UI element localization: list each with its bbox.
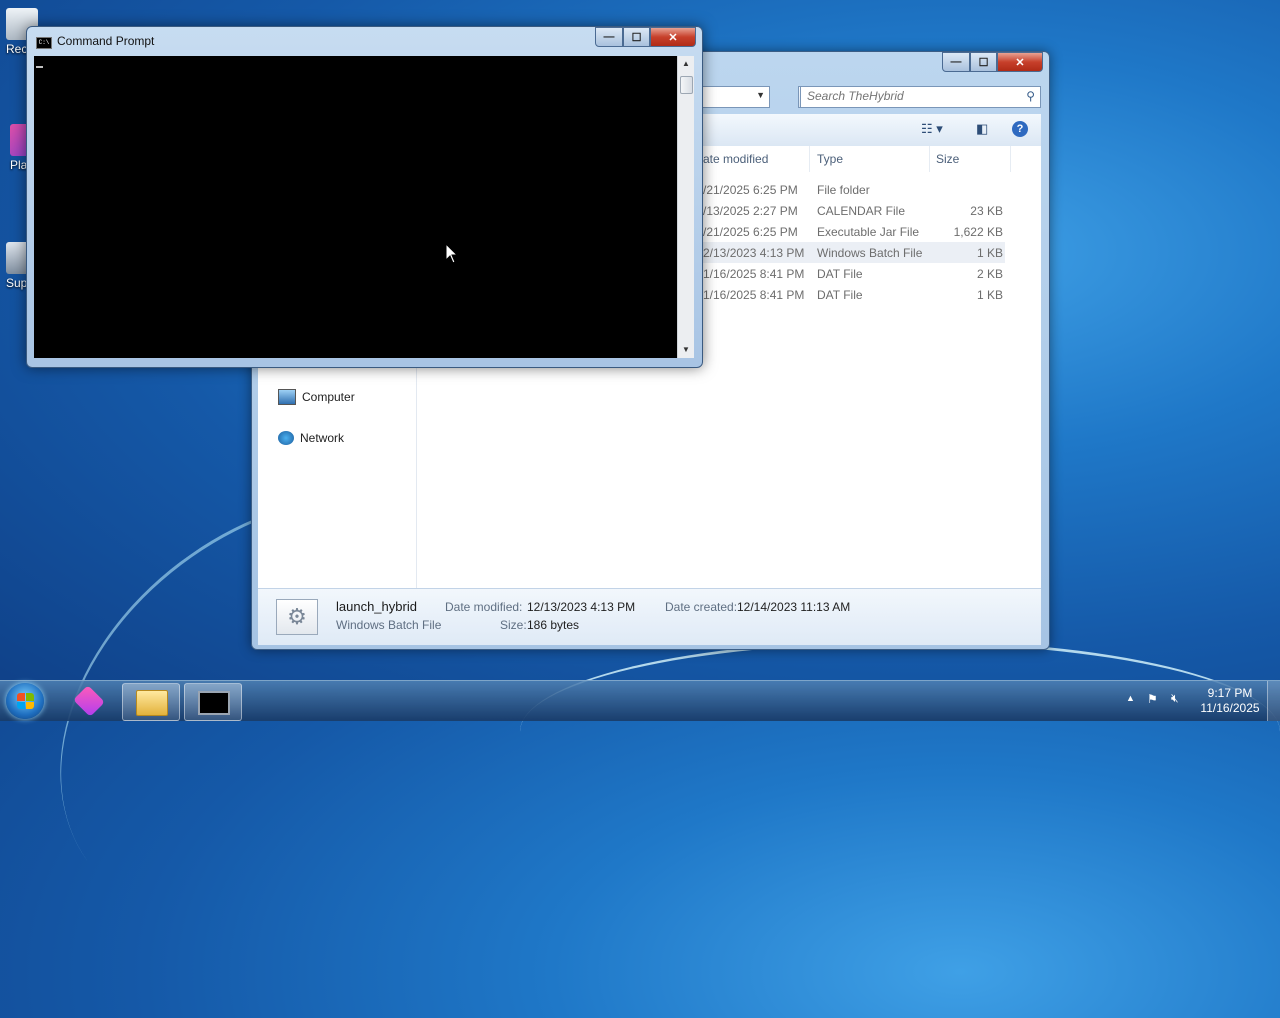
batch-file-icon: ⚙ (276, 599, 318, 635)
console-output[interactable] (34, 56, 677, 358)
column-header-size[interactable]: Size (936, 152, 959, 166)
chevron-down-icon[interactable]: ▼ (756, 90, 765, 100)
windows-logo-icon (17, 693, 34, 709)
volume-muted-icon[interactable]: 🔇︎ (1171, 691, 1179, 706)
start-button[interactable] (6, 683, 44, 719)
vertical-scrollbar[interactable]: ▲ ▼ (677, 56, 694, 358)
help-icon[interactable]: ? (1012, 121, 1028, 137)
details-date-created-label: Date created: (665, 600, 738, 614)
search-icon[interactable]: ⚲ (1026, 89, 1035, 103)
scroll-up-button[interactable]: ▲ (678, 56, 694, 72)
text-cursor (36, 66, 43, 68)
preview-pane-icon[interactable]: ◧ (976, 121, 988, 137)
file-row[interactable]: /21/2025 6:25 PM File folder (703, 179, 1005, 200)
window-title: Command Prompt (57, 34, 155, 48)
column-header-type[interactable]: Type (817, 152, 843, 166)
file-date: /13/2025 2:27 PM (703, 204, 798, 218)
file-row[interactable]: 1/16/2025 8:41 PM DAT File 2 KB (703, 263, 1005, 284)
file-size: 1 KB (976, 246, 1003, 260)
nav-item-computer[interactable]: Computer (278, 389, 355, 405)
search-box[interactable]: ⚲ (800, 86, 1041, 108)
file-row-selected[interactable]: 2/13/2023 4:13 PM Windows Batch File 1 K… (703, 242, 1005, 263)
file-size: 1,622 KB (953, 225, 1003, 239)
maximize-button[interactable]: ☐ (970, 52, 997, 72)
details-date-created: 12/14/2023 11:13 AM (737, 600, 851, 614)
column-header-date-modified[interactable]: ate modified (703, 152, 768, 166)
desktop-icon-label: Pla (10, 158, 28, 172)
console-app-icon: C:\ (36, 37, 52, 49)
minimize-button[interactable]: — (595, 27, 623, 47)
mouse-pointer-icon (445, 243, 459, 264)
file-date: 2/13/2023 4:13 PM (703, 246, 805, 260)
file-size: 2 KB (976, 267, 1003, 281)
scrollbar-thumb[interactable] (680, 76, 693, 94)
details-size-label: Size: (500, 618, 527, 632)
file-row[interactable]: 1/16/2025 8:41 PM DAT File 1 KB (703, 284, 1005, 305)
clock[interactable]: 9:17 PM 11/16/2025 (1192, 686, 1268, 716)
nav-item-network[interactable]: Network (278, 431, 344, 445)
file-date: /21/2025 6:25 PM (703, 183, 798, 197)
explorer-window-controls: — ☐ ✕ (942, 52, 1043, 72)
column-divider[interactable] (929, 146, 930, 172)
network-icon (278, 431, 294, 445)
wallpaper-swoosh (520, 640, 1280, 823)
clock-time: 9:17 PM (1207, 686, 1253, 700)
show-desktop-button[interactable] (1267, 681, 1280, 721)
command-prompt-window[interactable]: C:\ Command Prompt — ☐ ✕ ▲ ▼ (26, 26, 703, 368)
details-file-type: Windows Batch File (336, 618, 442, 632)
details-file-name: launch_hybrid (336, 599, 417, 614)
folder-icon (136, 690, 168, 716)
file-date: 1/16/2025 8:41 PM (703, 288, 805, 302)
computer-icon (278, 389, 296, 405)
close-button[interactable]: ✕ (997, 52, 1043, 72)
nav-item-label: Computer (302, 390, 355, 404)
column-divider[interactable] (1010, 146, 1011, 172)
close-button[interactable]: ✕ (650, 27, 696, 47)
file-date: 1/16/2025 8:41 PM (703, 267, 805, 281)
file-type: CALENDAR File (817, 204, 906, 218)
file-type: DAT File (817, 267, 863, 281)
action-center-icon[interactable]: ⚑ (1147, 692, 1158, 706)
details-size: 186 bytes (527, 618, 580, 632)
desktop-icon-label: Rec (6, 42, 28, 56)
cmd-window-controls: — ☐ ✕ (595, 27, 696, 47)
search-input[interactable] (801, 87, 1018, 105)
console-app-icon (198, 691, 230, 715)
show-hidden-icons-icon[interactable]: ▲ (1126, 693, 1135, 703)
minimize-button[interactable]: — (942, 52, 970, 72)
file-type: Windows Batch File (817, 246, 923, 260)
file-row[interactable]: /13/2025 2:27 PM CALENDAR File 23 KB (703, 200, 1005, 221)
clock-date: 11/16/2025 (1200, 701, 1260, 715)
file-row[interactable]: /21/2025 6:25 PM Executable Jar File 1,6… (703, 221, 1005, 242)
taskbar: ▲ ⚑ 🔇︎ 9:17 PM 11/16/2025 (0, 680, 1280, 721)
file-type: DAT File (817, 288, 863, 302)
taskbar-explorer-button[interactable] (122, 683, 180, 721)
file-size: 1 KB (976, 288, 1003, 302)
taskbar-cmd-button[interactable] (184, 683, 242, 721)
details-pane: ⚙ launch_hybrid Windows Batch File Date … (258, 588, 1041, 645)
file-type: File folder (817, 183, 870, 197)
file-size: 23 KB (970, 204, 1003, 218)
scroll-down-button[interactable]: ▼ (678, 342, 694, 358)
details-date-modified: 12/13/2023 4:13 PM (527, 600, 636, 614)
view-options-icon[interactable]: ☷ ▾ (921, 121, 943, 137)
app-icon (73, 685, 105, 717)
desktop-icon-label: Sup (6, 276, 28, 290)
maximize-button[interactable]: ☐ (623, 27, 650, 47)
taskbar-app-button[interactable] (62, 683, 118, 719)
details-date-modified-label: Date modified: (445, 600, 523, 614)
address-bar[interactable]: ▼ (702, 86, 770, 108)
file-date: /21/2025 6:25 PM (703, 225, 798, 239)
nav-item-label: Network (300, 431, 345, 445)
column-divider[interactable] (809, 146, 810, 172)
file-type: Executable Jar File (817, 225, 920, 239)
